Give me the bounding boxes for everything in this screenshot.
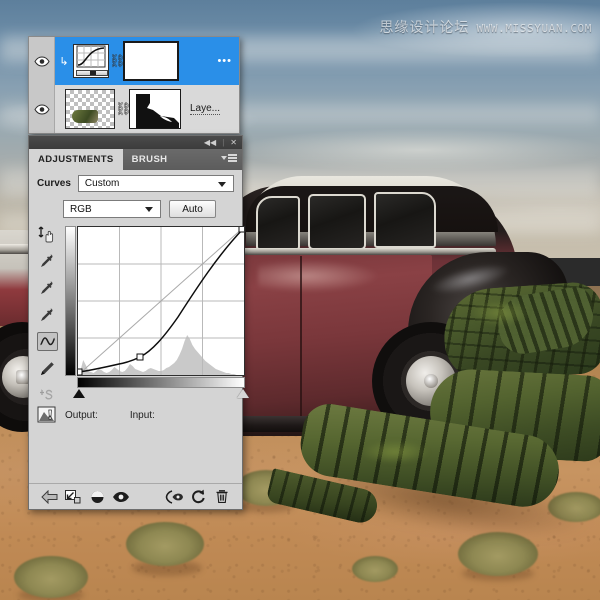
channel-value: RGB: [70, 203, 92, 215]
eyedropper-icon: [41, 281, 53, 294]
trash-icon: [216, 490, 228, 503]
curves-tool-column: [35, 224, 59, 405]
clipping-mask-arrow-icon: ↳: [59, 55, 69, 68]
curve-icon: [39, 337, 55, 346]
reset-circle-icon: [191, 489, 205, 504]
channel-select[interactable]: RGB: [63, 200, 161, 218]
car-window: [308, 194, 366, 250]
link-chain-icon[interactable]: ⛓: [109, 53, 126, 69]
collapse-panel-button[interactable]: ◀◀: [204, 138, 216, 147]
car-belt-chrome-line: [228, 248, 496, 255]
layer-mask-thumbnail[interactable]: [123, 41, 179, 81]
desert-shrub: [14, 556, 88, 598]
clip-to-layer-icon: [91, 490, 103, 503]
crocodile-thumbnail-content: [72, 110, 98, 123]
adjustment-slider-glyph: [76, 70, 108, 76]
link-chain-icon[interactable]: ⛓: [115, 101, 132, 117]
desert-shrub: [126, 522, 204, 566]
eye-icon: [33, 55, 50, 67]
preview-previous-state-button[interactable]: [162, 487, 186, 507]
hamburger-icon: [228, 154, 237, 162]
curves-preset-select[interactable]: Custom: [77, 175, 234, 192]
curves-editor-area: Output: Input:: [29, 224, 249, 483]
curves-thumbnail-icon[interactable]: [73, 44, 109, 78]
layer-mask-thumbnail[interactable]: [129, 89, 181, 129]
preview-eye-icon: [165, 489, 183, 504]
delete-adjustment-layer-button[interactable]: [210, 487, 234, 507]
moss-patch: [470, 300, 530, 326]
chevron-down-icon: [145, 207, 153, 212]
return-to-adjustment-list-button[interactable]: [37, 487, 61, 507]
panel-tab-strip: ADJUSTMENTS BRUSH: [29, 149, 242, 170]
layer-name-label[interactable]: Laye...: [190, 103, 221, 115]
curves-graph-glyph: [76, 45, 106, 68]
panel-titlebar: ◀◀ | ✕: [29, 136, 242, 149]
black-point-slider[interactable]: [73, 389, 85, 398]
curves-graph-svg: [75, 225, 246, 376]
auto-button-label: Auto: [182, 203, 203, 215]
eyedropper-icon: [41, 254, 53, 267]
curve-edit-tool[interactable]: [36, 332, 58, 351]
tab-adjustments[interactable]: ADJUSTMENTS: [29, 149, 123, 170]
black-point-eyedropper[interactable]: [37, 251, 58, 270]
chevron-down-icon: [221, 155, 227, 160]
screenshot-root: 思缘设计论坛 WWW.MISSYUAN.COM ↳ ⛓ ••• ⛓ Laye..…: [0, 0, 600, 600]
hand-scrubby-icon: [38, 226, 53, 242]
tab-brush-label: BRUSH: [131, 154, 168, 165]
eyedropper-icon: [41, 308, 53, 321]
curves-graph[interactable]: [75, 225, 246, 376]
chevron-down-icon: [218, 182, 226, 187]
clipping-warning-icon[interactable]: [37, 406, 56, 428]
smooth-s-icon: [40, 388, 53, 400]
on-image-adjust-tool[interactable]: [37, 224, 58, 243]
titlebar-separator: |: [222, 138, 225, 147]
adjustments-panel-footer: [29, 483, 242, 509]
car-hubcap-center: [424, 374, 438, 388]
moss-patch: [360, 440, 430, 464]
panel-menu-icon[interactable]: [221, 154, 237, 162]
curves-preset-row: Curves Custom: [29, 170, 242, 196]
output-label: Output:: [65, 410, 98, 421]
reset-adjustment-button[interactable]: [186, 487, 210, 507]
tab-adjustments-label: ADJUSTMENTS: [38, 154, 114, 165]
layer-visibility-toggle[interactable]: [29, 37, 55, 85]
gray-point-eyedropper[interactable]: [37, 278, 58, 297]
eye-icon: [113, 491, 129, 502]
channel-row: RGB Auto: [29, 196, 242, 224]
smooth-curve-tool[interactable]: [37, 386, 58, 405]
tab-brush[interactable]: BRUSH: [123, 149, 177, 170]
clipping-warning-glyph: [37, 406, 56, 423]
pencil-icon: [41, 361, 54, 375]
mask-shape-glyph: [130, 90, 180, 128]
expand-view-button[interactable]: [61, 487, 85, 507]
transparent-layer-thumbnail[interactable]: [65, 89, 115, 129]
car-door-seam: [300, 256, 302, 422]
layer-row-curves-adjustment[interactable]: ↳ ⛓ •••: [29, 37, 239, 85]
layer-row-pixel-layer[interactable]: ⛓ Laye...: [29, 85, 239, 133]
car-window: [256, 196, 300, 250]
output-gradient-bar: [65, 226, 76, 376]
curves-readout-row: Output: Input:: [65, 410, 155, 421]
eye-icon: [33, 103, 50, 115]
white-point-eyedropper[interactable]: [37, 305, 58, 324]
layers-panel[interactable]: ↳ ⛓ ••• ⛓ Laye...: [28, 36, 240, 134]
left-arrow-icon: [40, 489, 57, 504]
toggle-layer-visibility-button[interactable]: [109, 487, 133, 507]
curves-title-label: Curves: [37, 178, 71, 189]
adjustments-panel[interactable]: ◀◀ | ✕ ADJUSTMENTS BRUSH Curves Custom R…: [28, 135, 249, 510]
layer-row-overflow[interactable]: •••: [217, 55, 232, 67]
input-gradient-bar: [77, 377, 245, 388]
expand-arrow-icon: [65, 489, 81, 503]
layer-visibility-toggle[interactable]: [29, 85, 55, 133]
close-panel-button[interactable]: ✕: [230, 138, 237, 147]
clip-to-layer-button[interactable]: [85, 487, 109, 507]
pencil-draw-tool[interactable]: [37, 359, 58, 378]
desert-shrub: [352, 556, 398, 582]
white-point-slider[interactable]: [237, 389, 249, 398]
car-window: [374, 192, 436, 248]
auto-button[interactable]: Auto: [169, 200, 216, 218]
curves-preset-value: Custom: [84, 178, 120, 189]
input-label: Input:: [129, 410, 155, 421]
car-paint-highlight: [258, 260, 378, 292]
